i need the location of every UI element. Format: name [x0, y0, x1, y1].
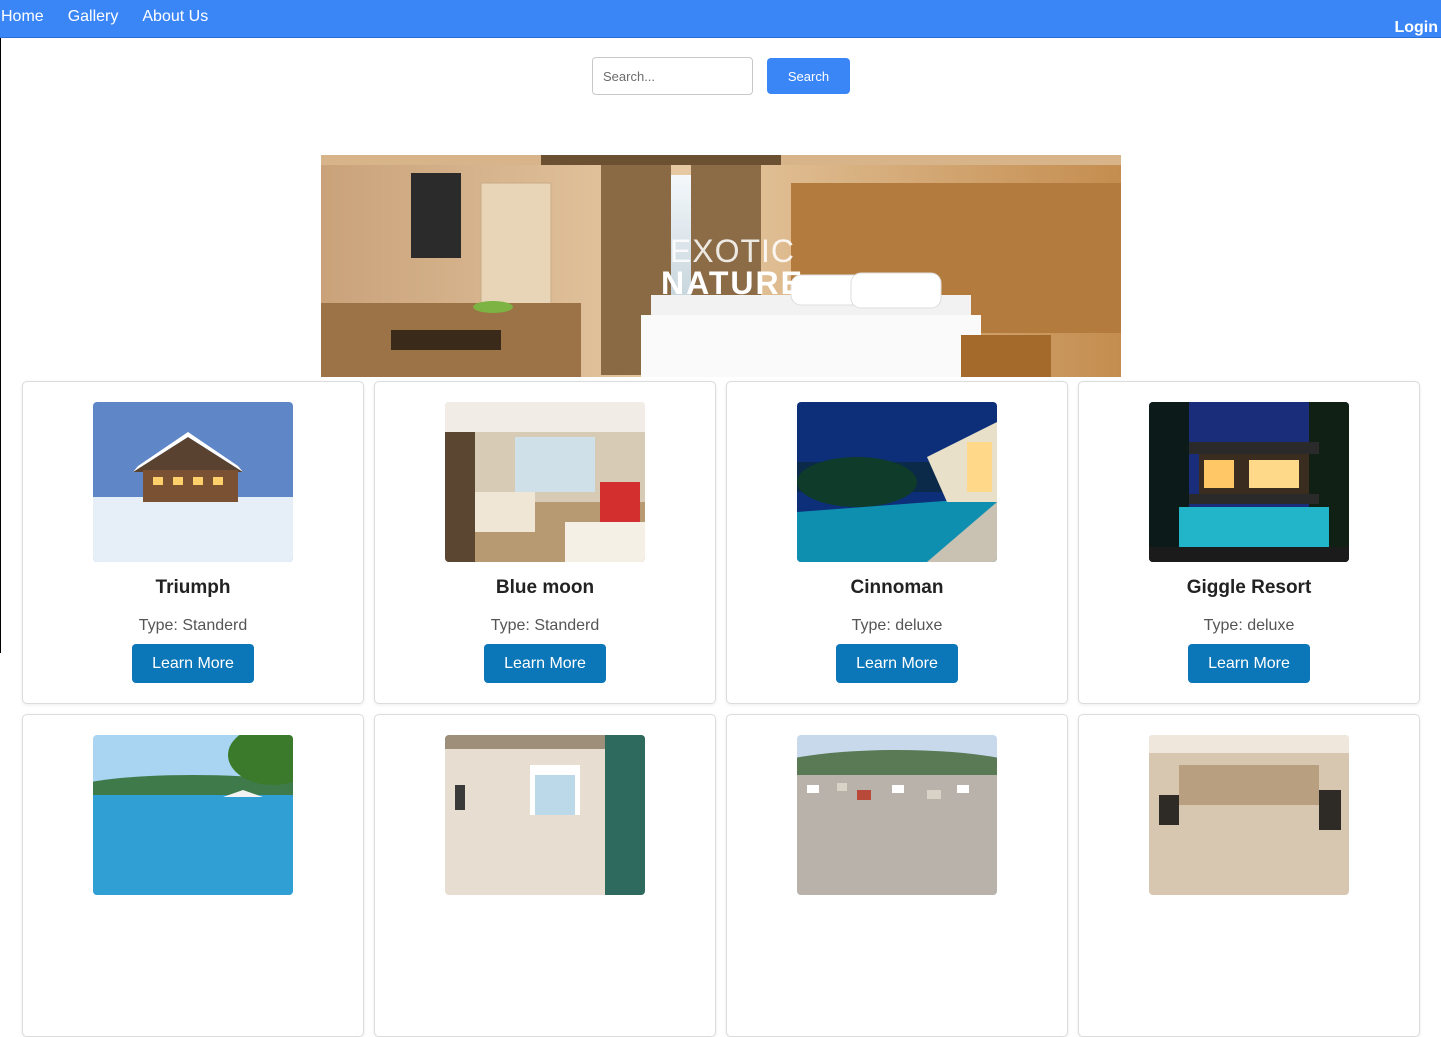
hotel-name: Triumph	[155, 577, 231, 598]
search-button[interactable]: Search	[767, 58, 850, 94]
nav-links: Home Gallery About Us	[0, 8, 232, 26]
hero-banner: EXOTIC NATURE	[321, 155, 1121, 377]
top-navbar: Home Gallery About Us Login	[0, 0, 1441, 38]
hotel-card: Giggle Resort Type: deluxe Learn More	[1078, 381, 1420, 704]
hotel-card	[1078, 714, 1420, 1037]
nav-home-link[interactable]: Home	[1, 8, 44, 26]
hotel-card	[726, 714, 1068, 1037]
search-bar: Search	[592, 57, 850, 95]
hotel-card: Cinnoman Type: deluxe Learn More	[726, 381, 1068, 704]
hotel-cards-grid: Triumph Type: Standerd Learn More Blue m…	[22, 381, 1420, 1037]
nav-gallery-link[interactable]: Gallery	[68, 8, 119, 26]
learn-more-button[interactable]: Learn More	[836, 644, 958, 683]
hotel-type: Type: deluxe	[851, 617, 943, 634]
hotel-name: Cinnoman	[850, 577, 944, 598]
hero-caption: EXOTIC NATURE	[661, 235, 804, 299]
hotel-image-hillside-town[interactable]	[797, 735, 997, 895]
learn-more-button[interactable]: Learn More	[484, 644, 606, 683]
hotel-type: Type: deluxe	[1203, 617, 1295, 634]
hotel-image-lobby[interactable]	[1149, 735, 1349, 895]
hotel-type: Type: Standerd	[138, 617, 248, 634]
hotel-name: Giggle Resort	[1186, 577, 1312, 598]
hotel-card: Blue moon Type: Standerd Learn More	[374, 381, 716, 704]
search-input[interactable]	[592, 57, 753, 95]
hotel-name: Blue moon	[495, 577, 595, 598]
hero-title-line2: NATURE	[661, 265, 804, 301]
learn-more-button[interactable]: Learn More	[1188, 644, 1310, 683]
nav-about-link[interactable]: About Us	[142, 8, 208, 26]
hotel-card	[22, 714, 364, 1037]
learn-more-button[interactable]: Learn More	[132, 644, 254, 683]
login-link[interactable]: Login	[1394, 19, 1438, 37]
hotel-card	[374, 714, 716, 1037]
hotel-type: Type: Standerd	[490, 617, 600, 634]
hotel-image-modern-villa[interactable]	[1149, 402, 1349, 562]
hotel-image-bedroom[interactable]	[445, 735, 645, 895]
hotel-card: Triumph Type: Standerd Learn More	[22, 381, 364, 704]
hero-title-line1: EXOTIC	[669, 233, 796, 269]
hotel-image-infinity-pool[interactable]	[797, 402, 997, 562]
hotel-image-snowy-chalet[interactable]	[93, 402, 293, 562]
hotel-image-beach[interactable]	[93, 735, 293, 895]
page-edge-line	[0, 0, 1, 653]
hotel-image-hotel-room[interactable]	[445, 402, 645, 562]
